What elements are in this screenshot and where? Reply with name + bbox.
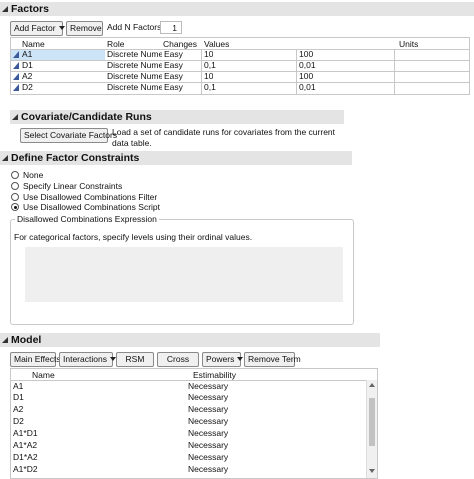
covariate-title: Covariate/Candidate Runs [21,111,152,123]
term-name[interactable]: D1 [13,392,24,403]
covariate-description: Load a set of candidate runs for covaria… [112,127,336,148]
collapse-triangle-icon[interactable] [2,337,8,343]
term-estimability[interactable]: Necessary [188,440,228,451]
factors-title: Factors [11,3,49,15]
collapse-triangle-icon[interactable] [2,6,8,12]
factors-header[interactable]: Factors [0,2,474,16]
add-factor-button[interactable]: Add Factor [10,21,63,36]
factor-changes-cell[interactable]: Easy [164,49,183,60]
factor-name-cell[interactable]: A1 [22,49,32,60]
term-estimability[interactable]: Necessary [188,392,228,403]
factor-value-high[interactable]: 100 [299,71,313,82]
term-estimability[interactable]: Necessary [188,416,228,427]
term-name[interactable]: D2 [13,416,24,427]
powers-button[interactable]: Powers [202,352,241,367]
factor-value-low[interactable]: 10 [204,71,213,82]
factors-table: Name Role Changes Values Units A1 Discre… [10,37,470,95]
factor-changes-cell[interactable]: Easy [164,71,183,82]
collapse-triangle-icon[interactable] [12,114,18,120]
constraints-title: Define Factor Constraints [11,152,140,164]
remove-term-button[interactable]: Remove Term [244,352,301,367]
factor-role-cell[interactable]: Discrete Numer [107,82,162,93]
cross-button[interactable]: Cross [157,352,199,367]
radio-linear-constraints[interactable] [11,182,19,190]
model-title: Model [11,334,42,346]
scroll-down-arrow-icon[interactable] [369,469,375,473]
factor-value-high[interactable]: 0,01 [299,60,316,71]
radio-disallowed-filter[interactable] [11,193,19,201]
factor-role-cell[interactable]: Discrete Numer [107,49,162,60]
factor-value-high[interactable]: 100 [299,49,313,60]
add-n-factors-label: Add N Factors [107,22,162,32]
factor-value-high[interactable]: 0,01 [299,82,316,93]
vertical-scrollbar[interactable] [366,380,377,478]
expression-hint: For categorical factors, specify levels … [14,232,253,242]
term-estimability[interactable]: Necessary [188,404,228,415]
term-estimability[interactable]: Necessary [188,428,228,439]
radio-label: Use Disallowed Combinations Script [23,202,161,212]
radio-label: Specify Linear Constraints [23,181,123,191]
radio-label: None [23,170,44,180]
factor-value-low[interactable]: 0,1 [204,82,216,93]
radio-disallowed-script[interactable] [11,203,19,211]
disallowed-expression-group: Disallowed Combinations Expression For c… [10,214,354,325]
group-legend: Disallowed Combinations Expression [15,214,159,225]
term-estimability[interactable]: Necessary [188,381,228,392]
radio-none[interactable] [11,171,19,179]
term-name[interactable]: A1*D1 [13,428,38,439]
rsm-button[interactable]: RSM [116,352,154,367]
collapse-triangle-icon[interactable] [2,155,8,161]
factor-role-cell[interactable]: Discrete Numer [107,71,162,82]
factor-name-cell[interactable]: A2 [22,71,32,82]
factor-name-cell[interactable]: D1 [22,60,33,71]
scroll-up-arrow-icon[interactable] [369,383,375,387]
main-effects-button[interactable]: Main Effects [10,352,61,367]
term-estimability[interactable]: Necessary [188,464,228,475]
scrollbar-thumb[interactable] [369,398,375,446]
term-name[interactable]: A1*A2 [13,440,37,451]
factor-role-cell[interactable]: Discrete Numer [107,60,162,71]
factor-value-low[interactable]: 0,1 [204,60,216,71]
continuous-factor-icon [13,51,19,58]
factor-value-low[interactable]: 10 [204,49,213,60]
term-name[interactable]: D1*A2 [13,452,38,463]
continuous-factor-icon [13,62,19,69]
factor-name-cell[interactable]: D2 [22,82,33,93]
model-header[interactable]: Model [0,333,380,347]
select-covariate-factors-button[interactable]: Select Covariate Factors [20,128,117,143]
continuous-factor-icon [13,73,19,80]
interactions-button[interactable]: Interactions [59,352,113,367]
term-estimability[interactable]: Necessary [188,452,228,463]
term-name[interactable]: A2 [13,404,23,415]
expression-script-editor[interactable] [25,247,343,302]
term-name[interactable]: A1*D2 [13,464,38,475]
constraints-header[interactable]: Define Factor Constraints [0,151,352,165]
continuous-factor-icon [13,84,19,91]
remove-button[interactable]: Remove [66,21,103,36]
term-name[interactable]: A1 [13,381,23,392]
add-n-factors-input[interactable]: 1 [160,21,182,34]
factor-changes-cell[interactable]: Easy [164,60,183,71]
factor-changes-cell[interactable]: Easy [164,82,183,93]
model-terms-table: Name Estimability A1 Necessary D1 Necess… [10,368,378,479]
covariate-header[interactable]: Covariate/Candidate Runs [10,110,344,124]
